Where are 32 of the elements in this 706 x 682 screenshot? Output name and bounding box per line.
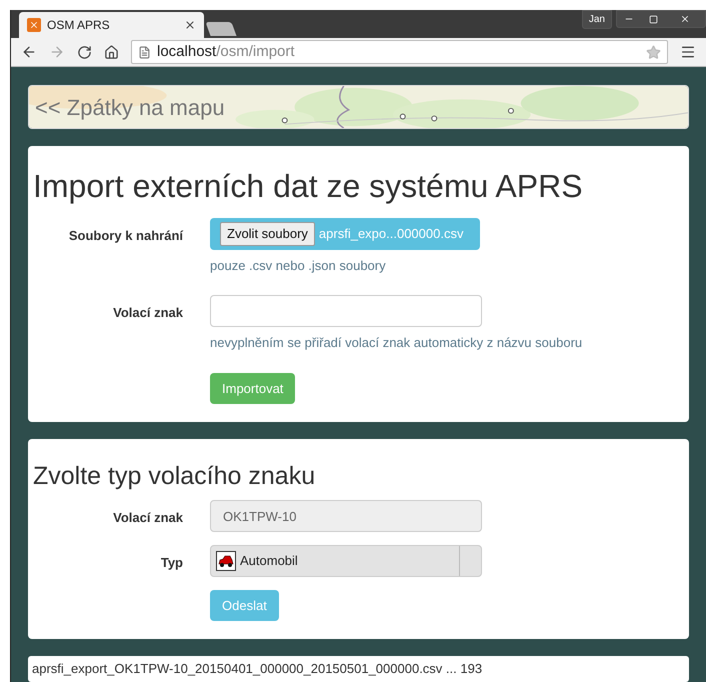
address-bar[interactable]: localhost/osm/import	[131, 40, 668, 64]
panel-title: Import externích dat ze systému APRS	[33, 166, 584, 206]
maximize-icon[interactable]	[648, 14, 658, 24]
help-text: nevyplněním se přiřadí volací znak automaticky z názvu souboru	[210, 334, 584, 352]
bookmark-star-icon[interactable]	[646, 44, 661, 60]
reload-icon[interactable]	[77, 44, 92, 60]
field-label: Typ	[160, 554, 183, 572]
back-icon[interactable]	[21, 44, 37, 60]
type-select[interactable]: Automobil	[210, 545, 482, 577]
close-icon[interactable]	[680, 14, 690, 24]
home-icon[interactable]	[104, 44, 119, 60]
browser-tab[interactable]: OSM APRS	[19, 12, 204, 38]
callsign-input[interactable]	[210, 295, 482, 328]
menu-icon[interactable]	[680, 44, 696, 60]
field-label: Volací znak	[112, 509, 183, 527]
field-label: Soubory k nahrání	[68, 226, 183, 245]
status-text: aprsfi_export_OK1TPW-10_20150401_000000_20150501_000000.csv ... 193	[32, 660, 482, 678]
select-value: Automobil	[240, 552, 299, 570]
close-icon[interactable]	[184, 19, 196, 32]
app-logo-icon	[27, 18, 41, 32]
page-icon	[138, 46, 151, 59]
panel-title: Zvolte typ volacího znaku	[33, 460, 316, 492]
url-text: localhost/osm/import	[157, 42, 296, 62]
help-text: pouze .csv nebo .json soubory	[210, 256, 387, 275]
tab-title: OSM APRS	[47, 17, 111, 34]
car-icon	[216, 551, 236, 571]
new-tab-button[interactable]	[205, 22, 237, 36]
file-name: aprsfi_expo...000000.csv	[318, 225, 464, 243]
field-label: Volací znak	[112, 304, 183, 322]
choose-files-button[interactable]: Zvolit soubory	[220, 222, 315, 246]
file-upload-field[interactable]: Zvolit soubory aprsfi_expo...000000.csv	[210, 218, 480, 250]
profile-button[interactable]: Jan	[582, 10, 612, 29]
